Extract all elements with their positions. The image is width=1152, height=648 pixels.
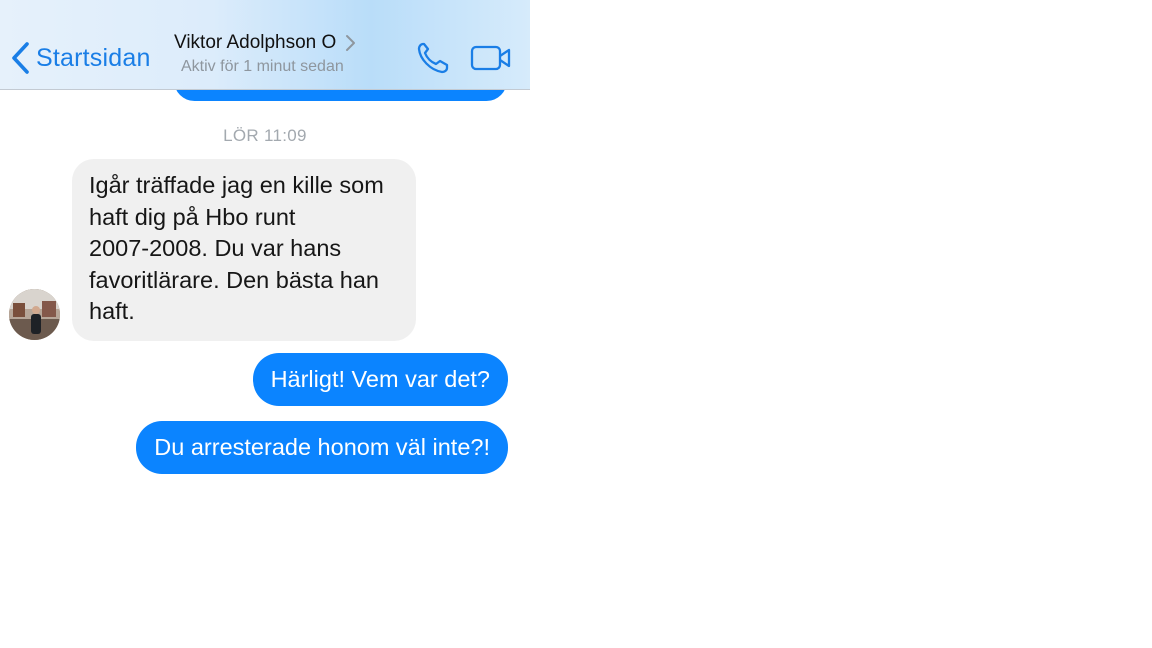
- messenger-screen: Startsidan Viktor Adolphson O Aktiv för …: [0, 0, 530, 648]
- back-button-label: Startsidan: [36, 43, 151, 72]
- active-status: Aktiv för 1 minut sedan: [181, 58, 344, 75]
- incoming-message-line: haft dig på Hbo runt: [89, 203, 296, 230]
- incoming-message-line: haft.: [89, 298, 135, 325]
- chevron-left-icon: [12, 42, 29, 74]
- incoming-message-line: favoritlärare. Den bästa han: [89, 266, 379, 293]
- outgoing-message-bubble[interactable]: Du arresterade honom väl inte?!: [136, 421, 508, 474]
- phone-icon[interactable]: [414, 40, 452, 76]
- contact-avatar[interactable]: [9, 289, 60, 340]
- contact-name: Viktor Adolphson O: [174, 32, 337, 53]
- message-timestamp: LÖR 11:09: [223, 126, 307, 145]
- conversation-header: Startsidan Viktor Adolphson O Aktiv för …: [0, 0, 530, 90]
- chevron-right-icon: [346, 35, 356, 51]
- avatar-photo: [9, 289, 60, 340]
- contact-title[interactable]: Viktor Adolphson O Aktiv för 1 minut sed…: [174, 30, 384, 76]
- video-camera-icon[interactable]: [470, 44, 512, 72]
- outgoing-message-text: Du arresterade honom väl inte?!: [154, 434, 490, 460]
- incoming-message-line: 2007-2008. Du var hans: [89, 235, 342, 262]
- incoming-message-bubble[interactable]: Igår träffade jag en kille som haft dig …: [72, 159, 416, 341]
- outgoing-message-text: Härligt! Vem var det?: [270, 366, 490, 392]
- outgoing-message-bubble[interactable]: Härligt! Vem var det?: [252, 353, 508, 406]
- back-button[interactable]: Startsidan: [10, 38, 151, 78]
- incoming-message-line: Igår träffade jag en kille som: [89, 172, 384, 198]
